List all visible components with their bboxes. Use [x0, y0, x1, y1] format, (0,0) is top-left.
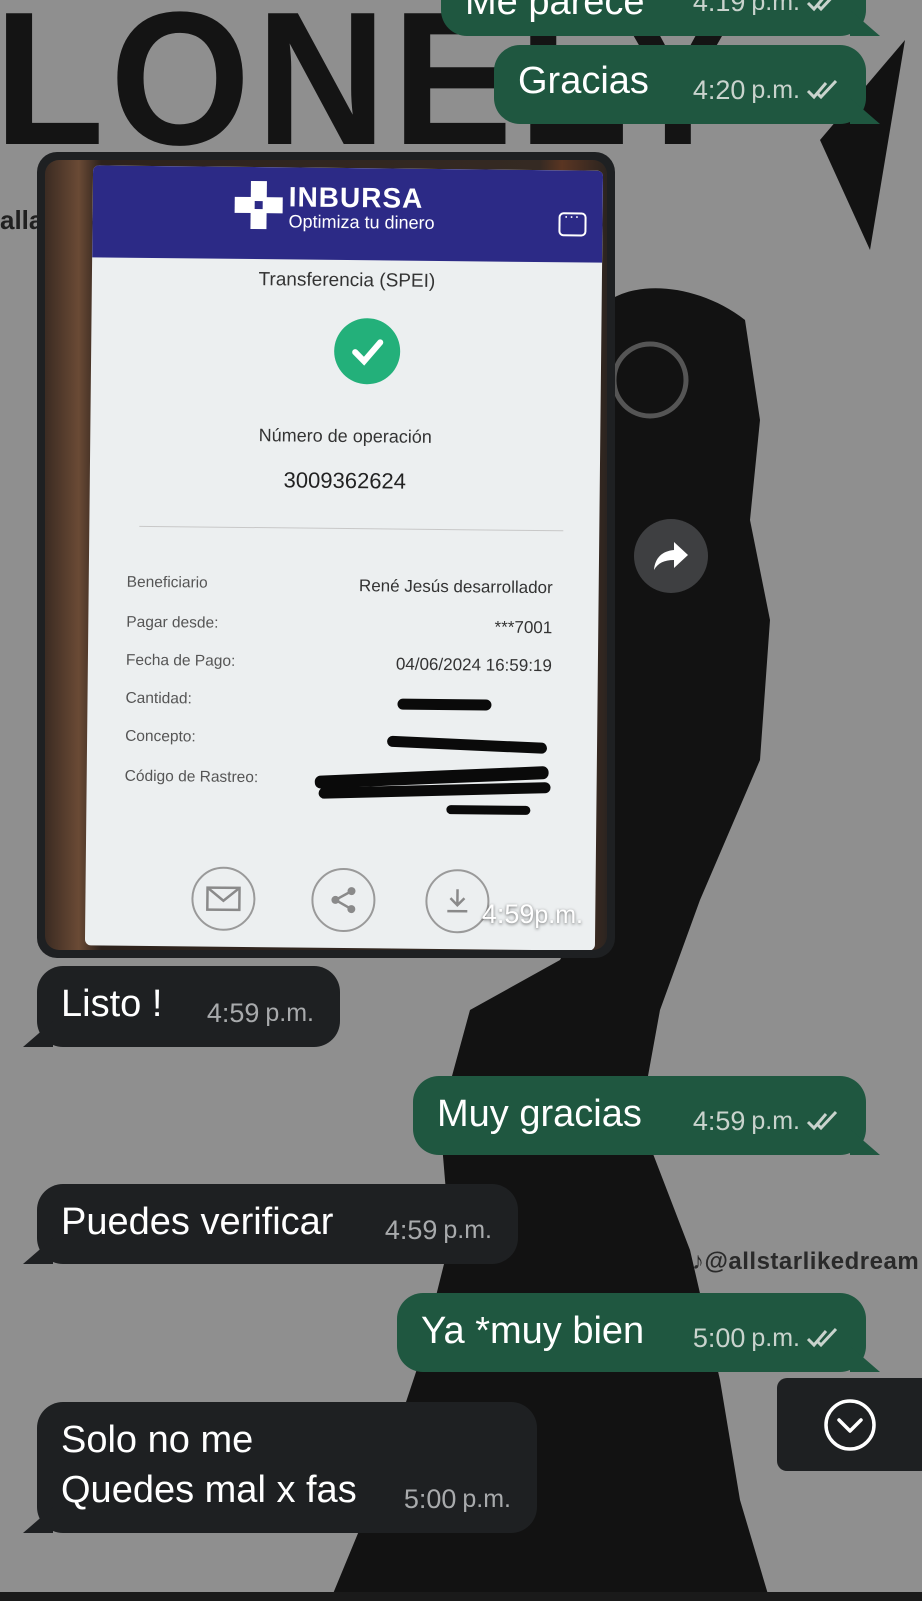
- message-text: Listo !: [61, 983, 163, 1025]
- message-text: Gracias: [518, 60, 649, 102]
- message-time-suffix: p.m.: [462, 1485, 511, 1514]
- success-check-icon: [333, 317, 401, 385]
- redaction-mark: [397, 698, 492, 711]
- redaction-mark: [386, 735, 548, 754]
- message-text: Me parece: [465, 0, 645, 23]
- mail-icon: [191, 866, 256, 932]
- message-time: 4:59: [206, 997, 260, 1028]
- message-outgoing[interactable]: Muy gracias 4:59 p.m.: [413, 1076, 866, 1155]
- double-check-icon: [806, 79, 840, 101]
- chevron-down-circle-icon: [823, 1398, 876, 1451]
- message-image[interactable]: INBURSA Optimiza tu dinero Transferencia…: [37, 152, 615, 958]
- message-meta: 5:00 p.m.: [404, 1482, 511, 1517]
- receipt-row-label: Beneficiario: [126, 573, 208, 592]
- message-time-suffix: p.m.: [265, 999, 314, 1028]
- receipt-row-label: Concepto:: [125, 727, 196, 746]
- message-text-line: Quedes mal x fas: [61, 1469, 357, 1511]
- receipt-row-label: Pagar desde:: [126, 613, 219, 632]
- double-check-icon: [806, 0, 840, 13]
- wallpaper-watermark: ♪@allstarlikedream: [692, 1248, 920, 1275]
- message-outgoing[interactable]: Gracias 4:20 p.m.: [494, 45, 866, 124]
- receipt-row-label: Fecha de Pago:: [125, 651, 236, 670]
- message-time-suffix: p.m.: [751, 0, 800, 17]
- message-outgoing[interactable]: Me parece 4:19 p.m.: [441, 0, 866, 36]
- image-time: 4:59: [481, 899, 535, 929]
- receipt-row-label: Cantidad:: [125, 689, 192, 708]
- message-time: 4:59p.m.: [482, 899, 583, 930]
- message-time-suffix: p.m.: [751, 1324, 800, 1353]
- message-text: Ya *muy bien: [421, 1310, 645, 1352]
- message-time: 5:00: [403, 1483, 457, 1514]
- message-time-suffix: p.m.: [751, 1107, 800, 1136]
- message-text: Puedes verificar: [61, 1201, 334, 1243]
- receipt-row-value: René Jesús desarrollador: [358, 576, 553, 598]
- message-time: 4:59: [384, 1214, 438, 1245]
- message-meta: 4:59 p.m.: [385, 1213, 492, 1248]
- receipt-photo[interactable]: INBURSA Optimiza tu dinero Transferencia…: [45, 160, 607, 950]
- message-text-line: Solo no me: [61, 1419, 254, 1461]
- download-icon: [425, 868, 490, 934]
- message-incoming[interactable]: Puedes verificar 4:59 p.m.: [37, 1184, 518, 1264]
- double-check-icon: [806, 1327, 840, 1349]
- message-meta: 4:20 p.m.: [693, 73, 840, 108]
- bank-receipt-screen: INBURSA Optimiza tu dinero Transferencia…: [84, 165, 604, 950]
- chat-support-icon: [558, 212, 587, 237]
- receipt-row: Cantidad:: [125, 690, 552, 708]
- message-time: 4:19: [692, 0, 746, 17]
- message-meta: 4:59 p.m.: [693, 1104, 840, 1139]
- message-time: 5:00: [692, 1322, 746, 1353]
- operation-label: Número de operación: [258, 425, 432, 447]
- receipt-row: Pagar desde: ***7001: [126, 614, 552, 637]
- receipt-title: Transferencia (SPEI): [258, 269, 436, 292]
- message-time: 4:20: [692, 74, 746, 105]
- message-incoming[interactable]: Listo ! 4:59 p.m.: [37, 966, 340, 1047]
- receipt-row-label: Código de Rastreo:: [124, 767, 259, 787]
- message-time-suffix: p.m.: [443, 1216, 492, 1245]
- scroll-to-bottom-button[interactable]: [777, 1378, 922, 1471]
- redaction-mark: [446, 805, 531, 815]
- message-incoming[interactable]: Solo no me Quedes mal x fas 5:00 p.m.: [37, 1402, 537, 1533]
- message-outgoing[interactable]: Ya *muy bien 5:00 p.m.: [397, 1293, 866, 1372]
- bottom-edge: [0, 1592, 922, 1601]
- receipt-row: Concepto:: [125, 728, 551, 746]
- double-check-icon: [806, 1110, 840, 1132]
- bank-header: INBURSA Optimiza tu dinero: [92, 165, 604, 263]
- receipt-row-value: ***7001: [494, 617, 553, 638]
- message-meta: 4:19 p.m.: [693, 0, 840, 20]
- message-text: Muy gracias: [437, 1093, 642, 1135]
- message-time: 4:59: [692, 1105, 746, 1136]
- image-time-suffix: p.m.: [534, 901, 583, 929]
- message-meta: 4:59 p.m.: [207, 996, 314, 1031]
- receipt-row: Fecha de Pago: 04/06/2024 16:59:19: [126, 652, 552, 675]
- receipt-divider: [139, 525, 564, 532]
- receipt-row-value: 04/06/2024 16:59:19: [395, 654, 552, 676]
- bank-name: INBURSA: [288, 181, 424, 214]
- operation-number: 3009362624: [283, 467, 407, 494]
- forward-button[interactable]: [634, 519, 708, 593]
- share-icon: [311, 867, 376, 933]
- receipt-row: Beneficiario René Jesús desarrollador: [127, 574, 553, 597]
- bank-logo-icon: [234, 181, 283, 230]
- bank-tagline: Optimiza tu dinero: [288, 211, 435, 233]
- message-time-suffix: p.m.: [751, 76, 800, 105]
- message-meta: 5:00 p.m.: [693, 1321, 840, 1356]
- forward-icon: [654, 542, 688, 570]
